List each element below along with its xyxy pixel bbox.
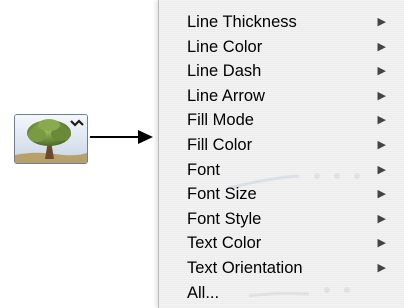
tree-picture-graphic (15, 115, 87, 163)
submenu-arrow-icon: ▶ (377, 65, 386, 78)
menu-item-label: Line Arrow (187, 86, 265, 105)
menu-item-label: All... (187, 283, 220, 302)
menu-item-label: Text Orientation (187, 258, 303, 277)
menu-item-line-dash[interactable]: Line Dash ▶ (159, 59, 404, 84)
submenu-arrow-icon: ▶ (377, 212, 386, 225)
menu-item-line-thickness[interactable]: Line Thickness ▶ (159, 10, 404, 35)
menu-item-label: Font Size (187, 185, 257, 204)
menu-item-label: Text Color (187, 234, 262, 253)
right-arrow-icon (90, 130, 153, 144)
menu-item-label: Fill Color (187, 135, 253, 154)
menu-item-font[interactable]: Font ▶ (159, 158, 404, 183)
submenu-arrow-icon: ▶ (377, 89, 386, 102)
menu-item-label: Line Color (187, 37, 263, 56)
format-popup-menu: Line Thickness ▶ Line Color ▶ Line Dash ▶ Line… (158, 0, 404, 308)
submenu-arrow-icon: ▶ (377, 114, 386, 127)
submenu-arrow-icon: ▶ (377, 138, 386, 151)
menu-item-label: Line Thickness (187, 13, 297, 31)
menu-item-label: Line Dash (187, 62, 262, 81)
submenu-arrow-icon: ▶ (377, 16, 386, 28)
menu-item-text-color[interactable]: Text Color ▶ (159, 231, 404, 256)
menu-item-fill-mode[interactable]: Fill Mode ▶ (159, 108, 404, 133)
menu-item-fill-color[interactable]: Fill Color ▶ (159, 133, 404, 158)
submenu-arrow-icon: ▶ (377, 40, 386, 53)
menu-item-label: Font (187, 160, 221, 179)
submenu-arrow-icon: ▶ (377, 188, 386, 201)
submenu-arrow-icon: ▶ (377, 163, 386, 176)
tree-picture-icon[interactable] (14, 114, 88, 164)
submenu-arrow-icon: ▶ (377, 237, 386, 250)
menu-item-line-arrow[interactable]: Line Arrow ▶ (159, 84, 404, 109)
submenu-arrow-icon: ▶ (377, 261, 386, 274)
menu-item-line-color[interactable]: Line Color ▶ (159, 35, 404, 60)
menu-item-all[interactable]: All... (159, 281, 404, 306)
menu-item-font-style[interactable]: Font Style ▶ (159, 207, 404, 232)
menu-items: Line Thickness ▶ Line Color ▶ Line Dash ▶ Line… (159, 10, 404, 305)
menu-item-text-orientation[interactable]: Text Orientation ▶ (159, 256, 404, 281)
menu-item-font-size[interactable]: Font Size ▶ (159, 182, 404, 207)
menu-item-label: Fill Mode (187, 111, 254, 130)
menu-item-label: Font Style (187, 209, 262, 228)
